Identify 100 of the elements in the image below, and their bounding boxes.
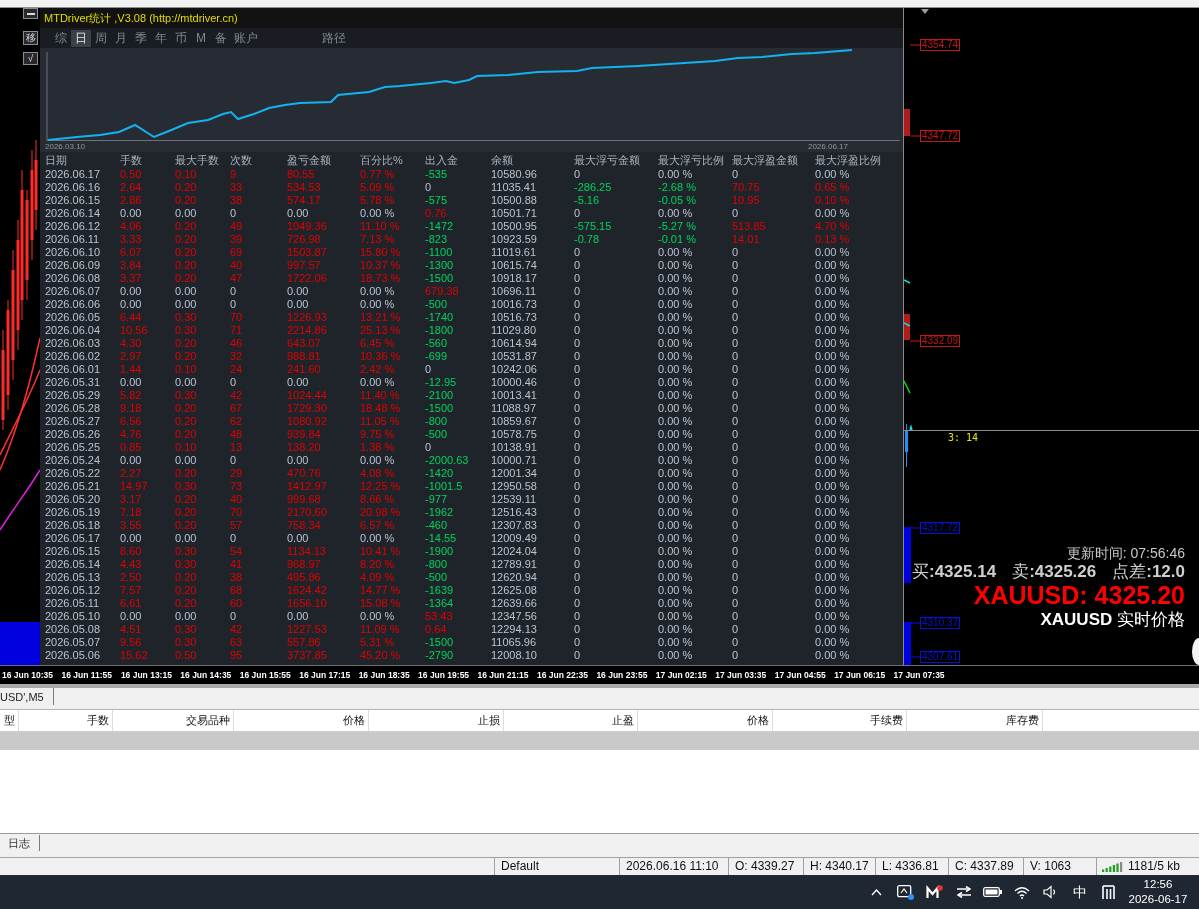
table-cell: 9.56 xyxy=(120,636,142,649)
table-cell: 988.81 xyxy=(287,350,321,363)
table-cell: 0.00 xyxy=(287,285,309,298)
input-mode-icon[interactable] xyxy=(1102,884,1115,900)
tab[interactable]: 日 xyxy=(71,29,91,47)
table-cell: 0.00 % xyxy=(815,285,850,298)
table-cell: 1.44 xyxy=(120,363,142,376)
table-cell: 0.00 % xyxy=(815,597,850,610)
table-cell: 7.13 % xyxy=(360,233,395,246)
tab[interactable]: 账户 xyxy=(231,29,261,47)
tab[interactable]: 季 xyxy=(131,29,151,47)
tab[interactable]: 月 xyxy=(111,29,131,47)
table-cell: 0.00 % xyxy=(815,272,850,285)
table-cell: 14.77 % xyxy=(360,584,401,597)
path-button[interactable]: 路径 xyxy=(319,29,349,47)
table-cell: 0 xyxy=(732,311,739,324)
table-cell: -1740 xyxy=(425,311,454,324)
table-cell: 2026.05.21 xyxy=(45,480,101,493)
table-cell: 0.00 % xyxy=(815,454,850,467)
table-cell: 0.13 % xyxy=(815,233,850,246)
table-cell: 10016.73 xyxy=(491,298,537,311)
table-cell: 10615.74 xyxy=(491,259,537,272)
table-cell: 997.57 xyxy=(287,259,321,272)
table-cell: 138.20 xyxy=(287,441,321,454)
table-cell: 0.00 % xyxy=(658,532,693,545)
table-cell: 2026.06.17 xyxy=(45,168,101,181)
table-cell: 0.00 % xyxy=(815,649,850,662)
table-cell: 2026.05.10 xyxy=(45,610,101,623)
table-cell: 95 xyxy=(230,649,243,662)
table-cell: -1500 xyxy=(425,272,454,285)
tab[interactable]: 备 xyxy=(211,29,231,47)
table-cell: 0 xyxy=(574,480,581,493)
column-header: 次数 xyxy=(230,153,252,167)
tab[interactable]: M xyxy=(191,29,211,47)
table-cell: 0 xyxy=(732,207,739,220)
table-cell: 0 xyxy=(574,207,581,220)
table-cell: 0 xyxy=(732,324,739,337)
table-cell: 3.55 xyxy=(120,519,142,532)
chevron-up-icon[interactable] xyxy=(871,888,882,896)
price-label: 4332.09 xyxy=(920,335,961,347)
tab[interactable]: 综 xyxy=(51,29,71,47)
table-cell: 0 xyxy=(574,610,581,623)
battery-icon[interactable] xyxy=(983,887,1002,897)
table-cell: 0 xyxy=(732,610,739,623)
table-cell: 1080.92 xyxy=(287,415,327,428)
table-cell: 67 xyxy=(230,402,243,415)
table-cell: -800 xyxy=(425,558,448,571)
log-tab[interactable]: 日志 xyxy=(8,835,40,851)
table-cell: 2026.06.10 xyxy=(45,246,101,259)
panel-title: MTDriver统计 ,V3.08 (http://mtdriver.cn) xyxy=(44,10,238,26)
table-cell: 0.00 % xyxy=(658,649,693,662)
axis-label: 2026.03.10 xyxy=(45,142,86,152)
table-cell: 9.18 xyxy=(120,402,142,415)
table-cell: 1226.93 xyxy=(287,311,327,324)
table-cell: 2026.06.01 xyxy=(45,363,101,376)
ime-indicator[interactable]: 中 xyxy=(1072,884,1087,900)
table-cell: 40 xyxy=(230,493,243,506)
table-cell: 0 xyxy=(574,545,581,558)
table-cell: 0 xyxy=(574,311,581,324)
table-cell: 0.00 % xyxy=(360,532,395,545)
table-cell: 2214.86 xyxy=(287,324,327,337)
table-cell: 2026.05.20 xyxy=(45,493,101,506)
table-cell: 12789.91 xyxy=(491,558,537,571)
wifi-icon[interactable] xyxy=(1013,885,1030,899)
clock-date[interactable]: 2026-06-17 xyxy=(1128,892,1188,907)
tab[interactable]: 年 xyxy=(151,29,171,47)
table-cell: 0 xyxy=(230,298,237,311)
column-header: 止损 xyxy=(369,710,504,731)
table-cell: 0.00 xyxy=(120,376,142,389)
table-cell: -1500 xyxy=(425,636,454,649)
table-cell: 0 xyxy=(574,350,581,363)
table-cell: 4.76 xyxy=(120,428,142,441)
column-header: 价格 xyxy=(638,710,773,731)
table-cell: 0.20 xyxy=(175,259,197,272)
table-cell: 2026.06.07 xyxy=(45,285,101,298)
table-cell: 2026.05.19 xyxy=(45,506,101,519)
table-cell: 968.97 xyxy=(287,558,321,571)
app-icon[interactable] xyxy=(926,885,943,899)
table-cell: 10.95 xyxy=(732,194,760,207)
table-cell: 0.00 % xyxy=(815,311,850,324)
table-cell: 12620.94 xyxy=(491,571,537,584)
table-cell: 0.00 xyxy=(287,207,309,220)
table-cell: 0 xyxy=(574,324,581,337)
tab[interactable]: 币 xyxy=(171,29,191,47)
table-cell: -1364 xyxy=(425,597,454,610)
clock-time[interactable]: 12:56 xyxy=(1143,877,1173,892)
chart-tab[interactable]: USD',M5 xyxy=(0,688,54,705)
swap-arrows-icon[interactable] xyxy=(955,886,972,898)
table-cell: 1503.87 xyxy=(287,246,327,259)
tab[interactable]: 周 xyxy=(91,29,111,47)
table-cell: 0 xyxy=(732,454,739,467)
table-cell: 0.00 % xyxy=(658,337,693,350)
time-axis-label: 16 Jun 13:15 xyxy=(120,669,173,681)
column-header: 最大浮亏金额 xyxy=(574,153,640,167)
table-cell: 10923.59 xyxy=(491,233,537,246)
table-cell: 12347.56 xyxy=(491,610,537,623)
table-cell: 38 xyxy=(230,194,243,207)
table-cell: 11029.80 xyxy=(491,324,537,337)
speaker-icon[interactable] xyxy=(1043,885,1058,899)
screen-icon[interactable] xyxy=(897,884,914,900)
